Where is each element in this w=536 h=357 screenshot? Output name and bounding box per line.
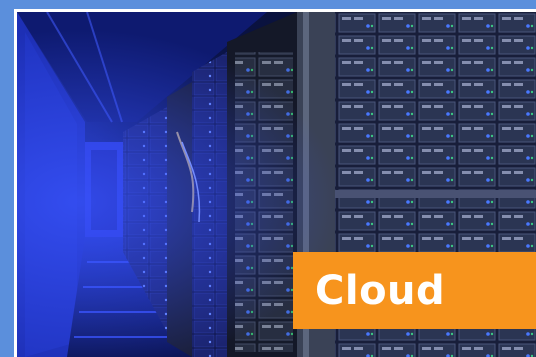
cloud-banner-card: Cloud: [0, 0, 536, 357]
cloud-label-box: Cloud: [293, 252, 536, 329]
cloud-label: Cloud: [315, 267, 446, 314]
